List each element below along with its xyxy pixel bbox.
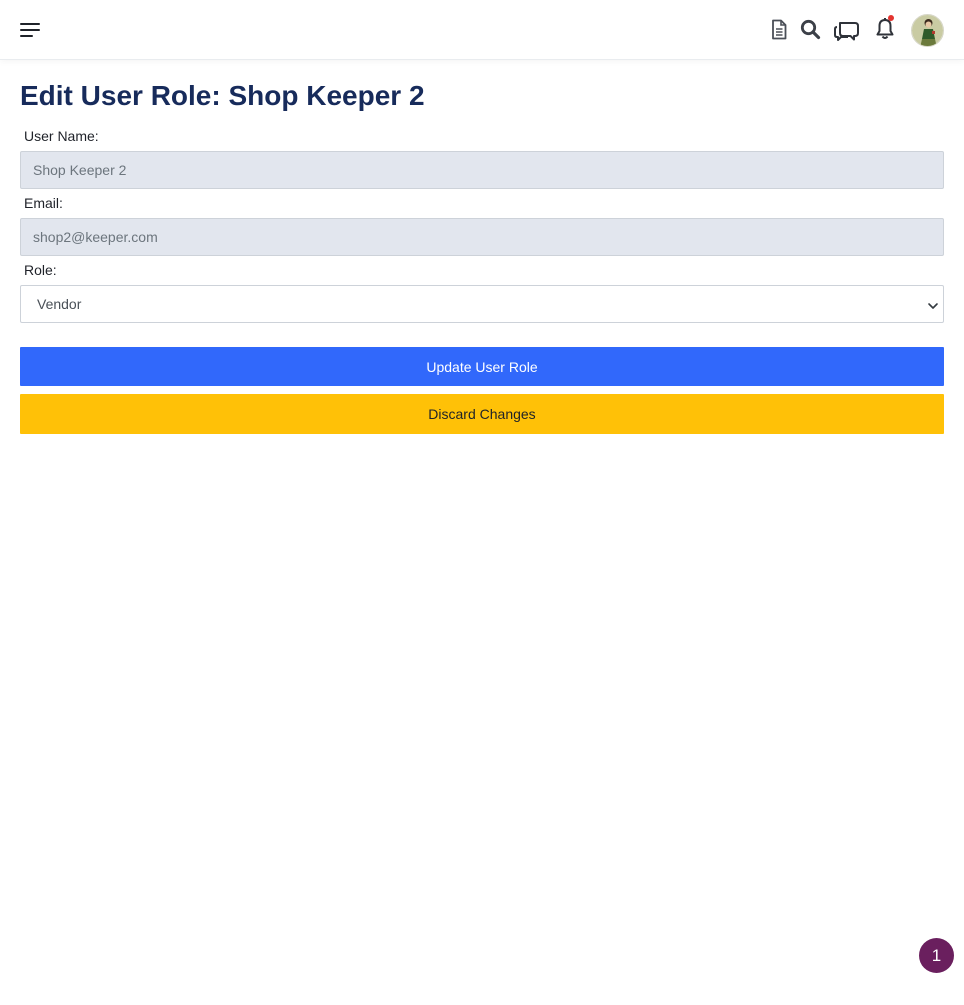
- update-user-role-button[interactable]: Update User Role: [20, 347, 944, 386]
- menu-icon[interactable]: [20, 21, 41, 38]
- role-label: Role:: [24, 262, 57, 278]
- chevron-down-icon: [927, 299, 939, 317]
- email-label: Email:: [24, 195, 63, 211]
- role-selected-value: Vendor: [37, 296, 82, 312]
- discard-changes-button[interactable]: Discard Changes: [20, 394, 944, 434]
- user-name-label: User Name:: [24, 128, 99, 144]
- page-title: Edit User Role: Shop Keeper 2: [20, 80, 425, 111]
- chat-icon[interactable]: [833, 19, 860, 41]
- search-icon[interactable]: [800, 19, 821, 40]
- role-select[interactable]: Vendor: [20, 285, 944, 323]
- document-icon[interactable]: [770, 19, 788, 40]
- avatar[interactable]: [911, 14, 944, 47]
- email-field[interactable]: [20, 218, 944, 256]
- top-navbar: [0, 0, 964, 60]
- notification-dot: [888, 15, 894, 21]
- floating-count-badge[interactable]: 1: [919, 938, 954, 973]
- user-name-field[interactable]: [20, 151, 944, 189]
